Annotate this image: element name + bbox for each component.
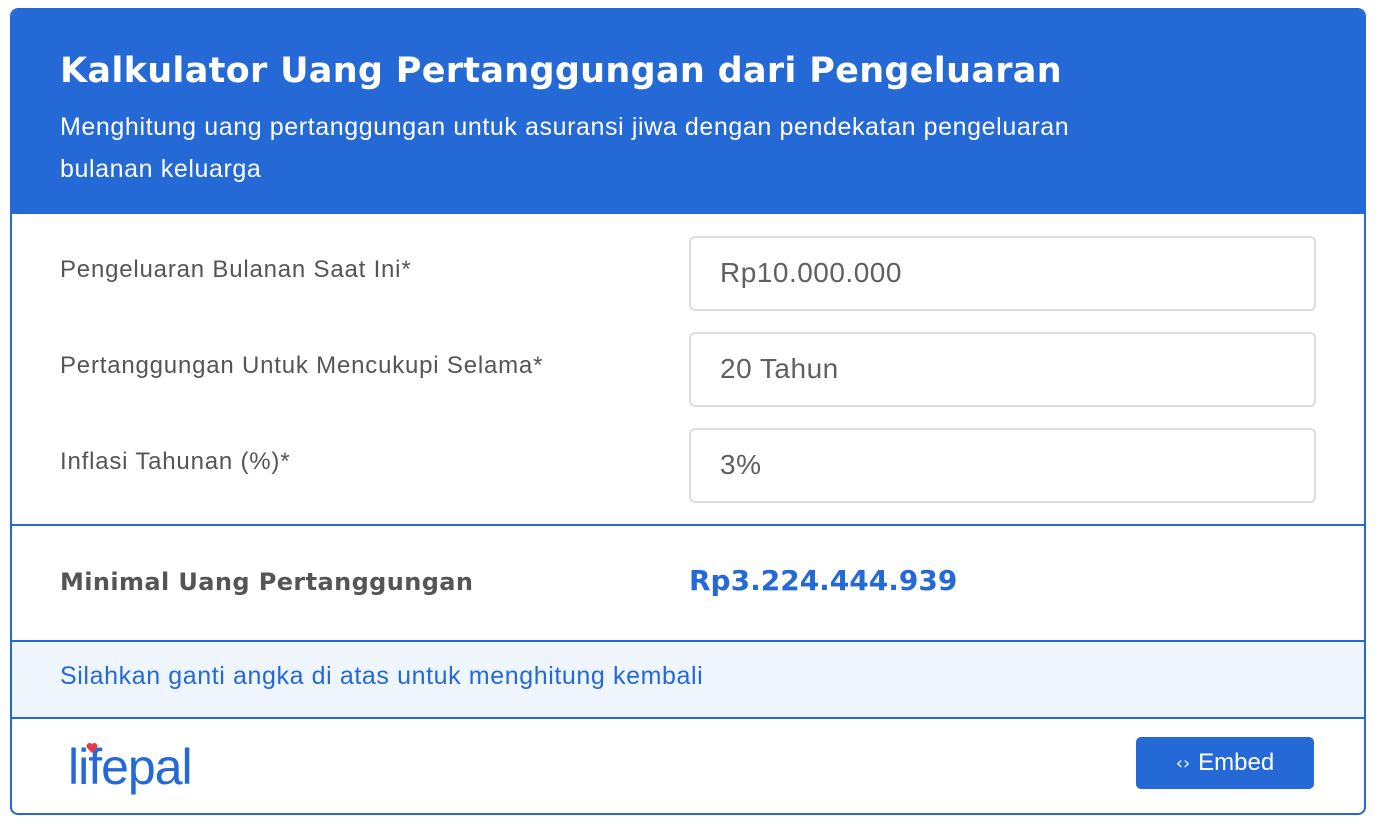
annual-inflation-input[interactable]: 3% [689,428,1316,503]
result-value: Rp3.224.444.939 [689,564,958,597]
coverage-duration-label: Pertanggungan Untuk Mencukupi Selama* [60,352,544,379]
coverage-duration-input[interactable]: 20 Tahun [689,332,1316,407]
result-section: Minimal Uang Pertanggungan Rp3.224.444.9… [12,526,1364,642]
calculator-form: Pengeluaran Bulanan Saat Ini* Rp10.000.0… [12,214,1364,526]
form-row-coverage-duration: Pertanggungan Untuk Mencukupi Selama* 20… [12,332,1364,408]
monthly-expense-input[interactable]: Rp10.000.000 [689,236,1316,311]
annual-inflation-label: Inflasi Tahunan (%)* [60,448,291,475]
embed-button[interactable]: ‹› Embed [1136,737,1314,789]
heart-icon [86,743,98,753]
calculator-subtitle: Menghitung uang pertanggungan untuk asur… [60,106,1316,190]
form-row-monthly-expense: Pengeluaran Bulanan Saat Ini* Rp10.000.0… [12,236,1364,312]
lifepal-logo[interactable]: lifepal [68,737,238,797]
monthly-expense-label: Pengeluaran Bulanan Saat Ini* [60,256,412,283]
calculator-card: Kalkulator Uang Pertanggungan dari Penge… [10,8,1366,815]
form-row-annual-inflation: Inflasi Tahunan (%)* 3% [12,428,1364,504]
result-label: Minimal Uang Pertanggungan [60,568,474,596]
subtitle-line-1: Menghitung uang pertanggungan untuk asur… [60,113,1070,141]
subtitle-line-2: bulanan keluarga [60,155,262,183]
calculator-title: Kalkulator Uang Pertanggungan dari Penge… [60,51,1062,91]
code-icon: ‹› [1175,752,1191,774]
recalculate-note: Silahkan ganti angka di atas untuk mengh… [12,642,1364,719]
recalculate-note-text: Silahkan ganti angka di atas untuk mengh… [60,662,704,690]
calculator-header: Kalkulator Uang Pertanggungan dari Penge… [12,10,1364,214]
embed-button-label: Embed [1198,749,1275,776]
calculator-footer: lifepal ‹› Embed [12,719,1364,813]
